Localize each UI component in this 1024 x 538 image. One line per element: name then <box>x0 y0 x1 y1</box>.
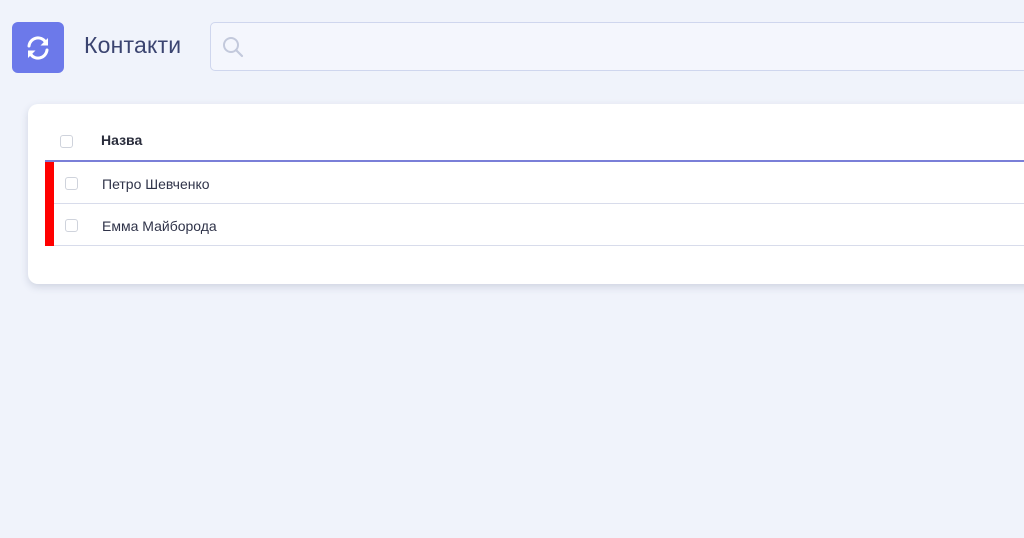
select-all-checkbox[interactable] <box>60 135 73 148</box>
contact-name[interactable]: Емма Майборода <box>102 218 217 234</box>
table-row[interactable]: Петро Шевченко <box>45 162 1024 204</box>
search-box[interactable] <box>210 22 1024 72</box>
column-header-name[interactable]: Назва <box>101 132 142 148</box>
page-title: Контакти <box>84 32 182 58</box>
row-status-marker <box>45 204 54 246</box>
search-icon <box>223 37 244 58</box>
refresh-button[interactable] <box>12 22 64 73</box>
search-input[interactable] <box>253 23 1017 72</box>
row-checkbox[interactable] <box>65 177 78 190</box>
contacts-table-card: Назва Петро Шевченко Емма Майборода <box>28 104 1024 284</box>
table-header: Назва <box>45 122 1024 162</box>
row-checkbox[interactable] <box>65 219 78 232</box>
contacts-page: Контакти Назва Петро Шевченко Емма Майбо… <box>0 0 1024 538</box>
refresh-icon <box>27 35 49 60</box>
contact-name[interactable]: Петро Шевченко <box>102 176 210 192</box>
row-status-marker <box>45 162 54 204</box>
table-row[interactable]: Емма Майборода <box>45 204 1024 246</box>
